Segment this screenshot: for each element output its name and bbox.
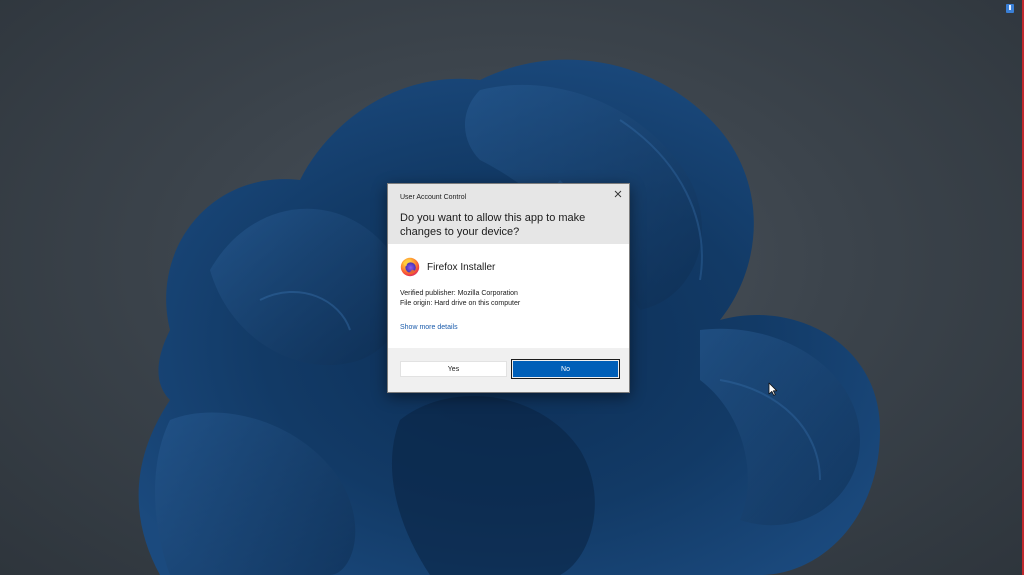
firefox-icon: [400, 257, 420, 277]
mouse-cursor-icon: [768, 382, 778, 396]
close-icon: [614, 190, 622, 198]
dialog-title: User Account Control: [400, 194, 467, 201]
no-button[interactable]: No: [511, 359, 620, 379]
uac-header: User Account Control Do you want to allo…: [388, 184, 629, 244]
app-name: Firefox Installer: [427, 261, 496, 273]
show-more-details-link[interactable]: Show more details: [400, 324, 458, 331]
app-row: Firefox Installer: [400, 257, 495, 277]
close-button[interactable]: [611, 187, 625, 201]
notification-tray-icon[interactable]: [1006, 4, 1014, 13]
uac-question: Do you want to allow this app to make ch…: [400, 212, 586, 238]
verified-publisher: Verified publisher: Mozilla Corporation: [400, 290, 518, 297]
publisher-info: Verified publisher: Mozilla Corporation …: [400, 289, 520, 309]
uac-dialog: User Account Control Do you want to allo…: [387, 183, 630, 393]
file-origin: File origin: Hard drive on this computer: [400, 300, 521, 307]
uac-footer: Yes No: [388, 348, 629, 392]
yes-button[interactable]: Yes: [400, 361, 507, 377]
